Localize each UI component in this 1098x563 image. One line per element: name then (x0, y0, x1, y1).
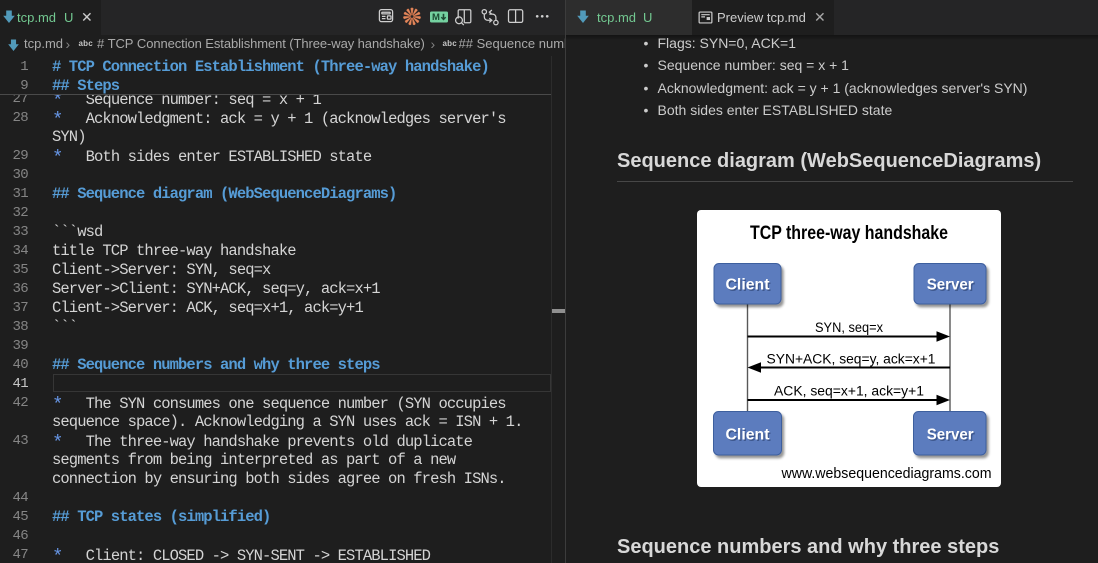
svg-text:Client: Client (726, 277, 771, 294)
svg-text:TCP three-way handshake: TCP three-way handshake (750, 223, 948, 244)
svg-text:Server: Server (927, 427, 974, 444)
svg-text:Client: Client (726, 427, 771, 444)
svg-text:www.websequencediagrams.com: www.websequencediagrams.com (781, 466, 992, 482)
svg-text:SYN, seq=x: SYN, seq=x (815, 320, 883, 335)
svg-text:SYN+ACK, seq=y, ack=x+1: SYN+ACK, seq=y, ack=x+1 (767, 352, 936, 367)
svg-text:Server: Server (927, 277, 974, 294)
svg-text:ACK, seq=x+1, ack=y+1: ACK, seq=x+1, ack=y+1 (774, 384, 924, 399)
